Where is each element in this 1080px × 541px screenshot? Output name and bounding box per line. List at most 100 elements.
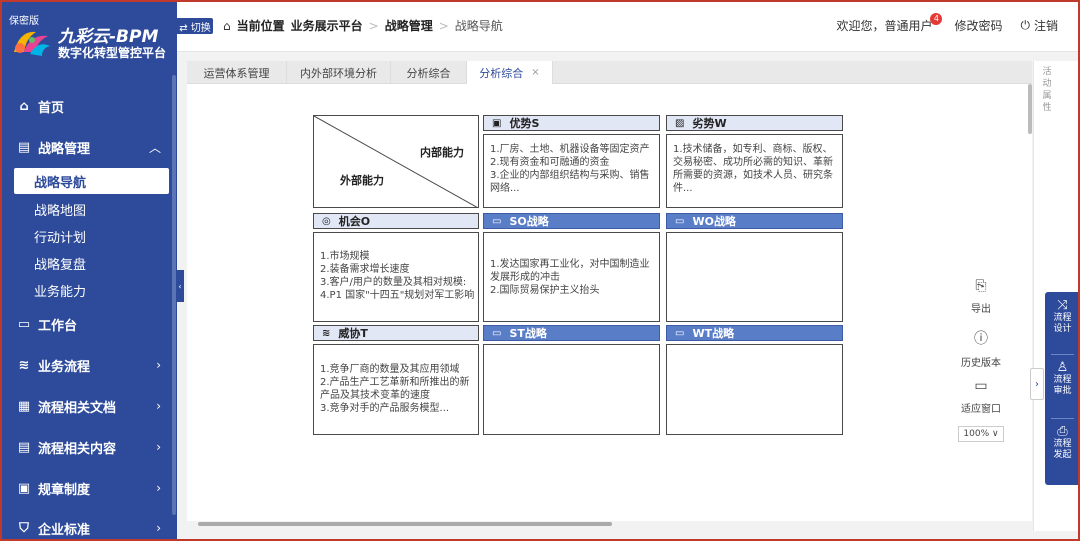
change-password-link[interactable]: 修改密码 [954, 17, 1002, 34]
logout-link[interactable]: 注销 [1034, 17, 1058, 34]
weakness-header[interactable]: ▨ 劣势W [666, 115, 843, 131]
breadcrumb-separator: > [368, 18, 379, 33]
flow-review-button[interactable]: ♙ 流程审批 [1045, 360, 1080, 397]
nav-enterprise-std[interactable]: ⛉ 企业标准 › [0, 518, 177, 538]
nav-workbench-label: 工作台 [38, 318, 78, 334]
export-icon: ⎘ [975, 278, 987, 294]
tab-label: 分析综合 [406, 66, 451, 80]
zoom-select[interactable]: 100% ∨ [958, 426, 1004, 442]
flow-action-panel: ⤨ 流程设计 ♙ 流程审批 ⎙ 流程发起 [1045, 292, 1080, 485]
nav-biz-process-label: 业务流程 [38, 359, 91, 375]
horizontal-scrollbar[interactable] [198, 522, 612, 526]
threat-cell[interactable]: 1.竞争厂商的数量及其应用领域 2.产品生产工艺革新和所推出的新产品及其技术变革… [313, 344, 479, 435]
breadcrumb-item-platform[interactable]: 业务展示平台 [291, 17, 363, 34]
content-icon: ▤ [17, 439, 31, 455]
threat-header[interactable]: ≋ 威协T [313, 325, 479, 341]
nav-biz-process[interactable]: ≋ 业务流程 › [0, 355, 177, 375]
tab-env-analysis[interactable]: 内外部环境分析 [287, 61, 391, 84]
so-strategy-item: 1.发达国家再工业化，对中国制造业发展形成的冲击 [490, 259, 650, 283]
chevron-right-icon: › [156, 440, 161, 454]
tab-operation-system[interactable]: 运营体系管理 [187, 61, 287, 84]
vertical-scrollbar[interactable] [1028, 84, 1032, 134]
st-strategy-header[interactable]: ▭ ST战略 [483, 325, 660, 341]
layers-icon: ≋ [322, 327, 331, 339]
wo-strategy-label: WO战略 [692, 215, 736, 228]
top-bar: ⇄ 切换 ⌂ 当前位置 业务展示平台 > 战略管理 > 战略导航 欢迎您，普通用… [177, 0, 1080, 52]
chevron-right-icon: › [156, 521, 161, 535]
internal-capability-label: 内部能力 [420, 146, 464, 159]
wt-strategy-header[interactable]: ▭ WT战略 [666, 325, 843, 341]
strength-cell[interactable]: 1.厂房、土地、机器设备等固定资产 2.现有资金和可融通的资金 3.企业的内部组… [483, 134, 660, 208]
strength-header[interactable]: ▣ 优势S [483, 115, 660, 131]
diagonal-line [314, 116, 478, 207]
nav-process-content-label: 流程相关内容 [38, 441, 117, 457]
activity-properties-label[interactable]: 活动属性 [1040, 66, 1054, 114]
sub-action-plan[interactable]: 行动计划 [14, 223, 169, 249]
chevron-up-icon: ︿ [148, 140, 161, 155]
nav-strategy[interactable]: ▤ 战略管理 ︿ [0, 137, 177, 157]
weakness-cell[interactable]: 1.技术储备，如专利、商标、版权、交易秘密、成功所必需的知识、革新所需要的资源，… [666, 134, 843, 208]
user-check-icon: ♙ [1056, 360, 1069, 375]
nav-process-docs[interactable]: ▦ 流程相关文档 › [0, 396, 177, 416]
history-tool[interactable]: ⓘ 历史版本 [946, 328, 1016, 369]
fit-window-icon: ▭ [974, 378, 988, 394]
flow-launch-button[interactable]: ⎙ 流程发起 [1045, 424, 1080, 461]
so-strategy-header[interactable]: ▭ SO战略 [483, 213, 660, 229]
opportunity-cell[interactable]: 1.市场规模 2.装备需求增长速度 3.客户/用户的数量及其相对规模: 4.P1… [313, 232, 479, 322]
strength-header-label: 优势S [509, 117, 540, 130]
chevron-right-icon: › [1035, 378, 1039, 390]
sub-strategy-review[interactable]: 战略复盘 [14, 250, 169, 276]
nav-workbench[interactable]: ▭ 工作台 [0, 314, 177, 334]
message-icon: ▭ [675, 327, 685, 339]
sub-strategy-nav[interactable]: 战略导航 [14, 168, 169, 194]
threat-item: 2.产品生产工艺革新和所推出的新产品及其技术变革的速度 [320, 377, 470, 401]
workbench-icon: ▭ [17, 316, 31, 332]
strength-item: 2.现有资金和可融通的资金 [490, 157, 610, 168]
opportunity-item: 1.市场规模 [320, 251, 370, 262]
sidebar-collapse-toggle[interactable]: ‹ [176, 270, 184, 302]
fit-window-label: 适应窗口 [961, 404, 1001, 415]
so-strategy-item: 2.国际贸易保护主义抬头 [490, 285, 600, 296]
sidebar: 保密版 九彩云-BPM 数字化转型管控平台 ⌂ 首页 ▤ 战略管理 ︿ 战略导航… [0, 0, 177, 541]
tab-analysis-summary[interactable]: 分析综合 [391, 61, 467, 84]
sub-business-capability[interactable]: 业务能力 [14, 277, 169, 303]
nav-process-content[interactable]: ▤ 流程相关内容 › [0, 437, 177, 457]
flow-design-button[interactable]: ⤨ 流程设计 [1045, 299, 1080, 335]
welcome-text: 欢迎您，普通用户 [836, 19, 933, 33]
nav-rules-label: 规章制度 [38, 482, 91, 498]
wt-strategy-cell[interactable] [666, 344, 843, 435]
sub-strategy-map[interactable]: 战略地图 [14, 196, 169, 222]
switch-button[interactable]: ⇄ 切换 [177, 18, 213, 34]
platform-subtitle: 数字化转型管控平台 [58, 46, 167, 60]
fit-window-tool[interactable]: ▭ 适应窗口 [946, 378, 1016, 415]
nav-home-label: 首页 [38, 100, 65, 116]
home-icon: ⌂ [19, 98, 29, 114]
shield-icon: ⛉ [19, 520, 29, 536]
breadcrumb-item-strategy[interactable]: 战略管理 [385, 17, 433, 34]
close-icon[interactable]: × [531, 67, 539, 78]
nav-home[interactable]: ⌂ 首页 [0, 96, 177, 116]
opportunity-header-label: 机会O [338, 215, 371, 228]
chevron-left-icon: ‹ [178, 281, 182, 291]
chevron-right-icon: › [156, 358, 161, 372]
so-strategy-cell[interactable]: 1.发达国家再工业化，对中国制造业发展形成的冲击 2.国际贸易保护主义抬头 [483, 232, 660, 322]
weakness-icon: ▨ [675, 117, 685, 129]
export-tool[interactable]: ⎘ 导出 [946, 278, 1016, 315]
breadcrumb: ⌂ 当前位置 业务展示平台 > 战略管理 > 战略导航 [223, 17, 509, 34]
strategy-icon: ▤ [17, 139, 31, 155]
message-icon: ▭ [675, 215, 685, 227]
so-strategy-label: SO战略 [509, 215, 549, 228]
breadcrumb-item-strategy-nav: 战略导航 [454, 19, 503, 33]
wo-strategy-header[interactable]: ▭ WO战略 [666, 213, 843, 229]
external-capability-label: 外部能力 [340, 174, 384, 187]
nav-rules[interactable]: ▣ 规章制度 › [0, 478, 177, 498]
st-strategy-cell[interactable] [483, 344, 660, 435]
launch-icon: ⎙ [1057, 424, 1068, 439]
notification-badge[interactable]: 4 [930, 12, 943, 25]
panel-expand-toggle[interactable]: › [1030, 368, 1044, 400]
wo-strategy-cell[interactable] [666, 232, 843, 322]
tab-analysis-summary-active[interactable]: 分析综合 × [467, 61, 553, 84]
opportunity-header[interactable]: ◎ 机会O [313, 213, 479, 229]
wt-strategy-label: WT战略 [692, 327, 735, 340]
user-area: 欢迎您，普通用户 4 修改密码 ⏻ 注销 [836, 12, 1058, 34]
